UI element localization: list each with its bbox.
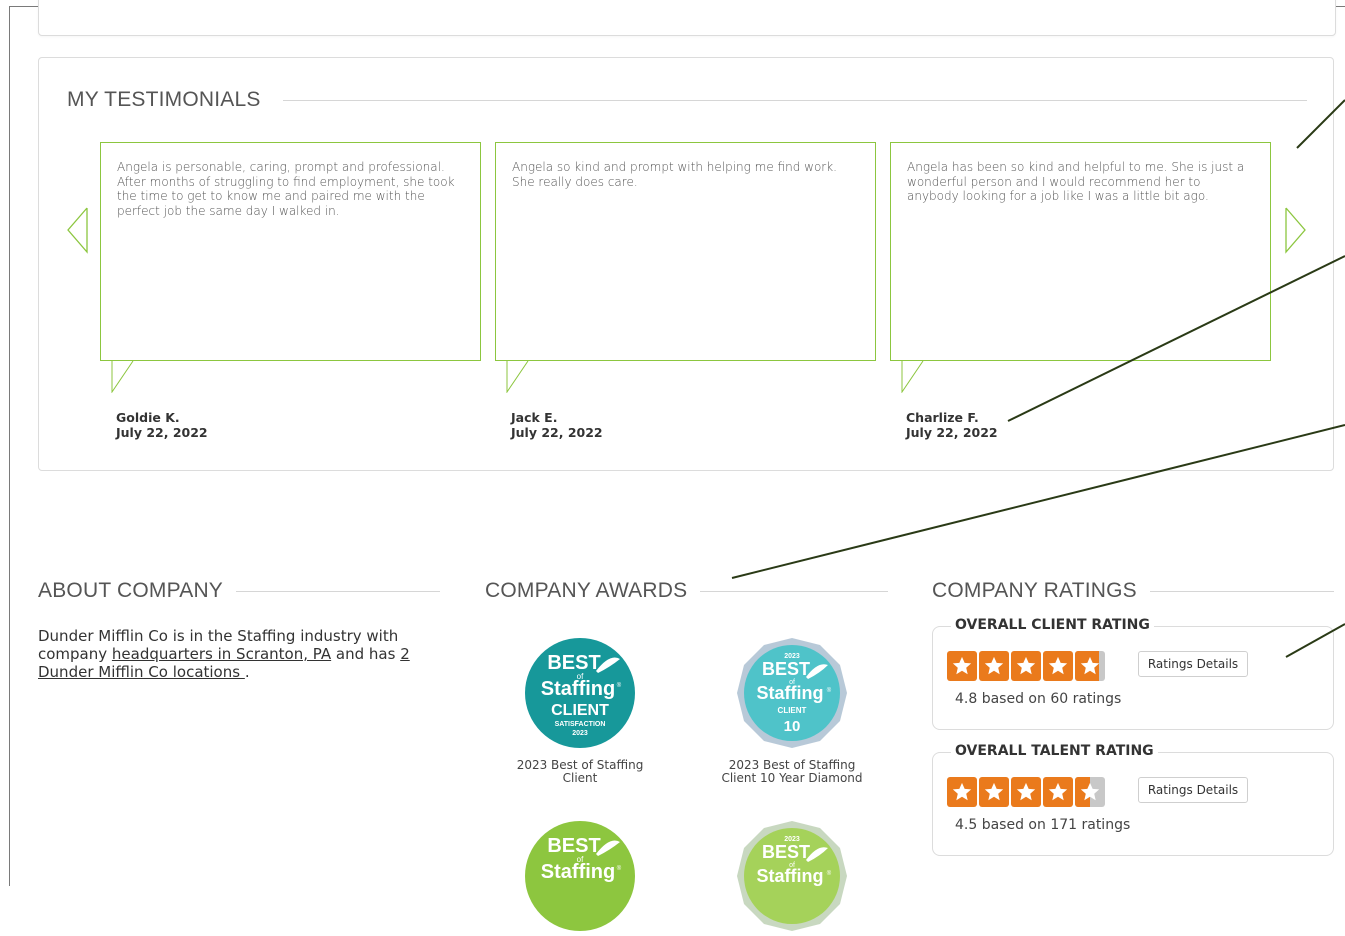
testimonials-title-rule [283,100,1307,101]
svg-text:Staffing: Staffing [757,683,824,703]
svg-text:BEST: BEST [762,842,810,862]
testimonial-author: Goldie K. [116,410,180,425]
testimonial-author-block: Goldie K. July 22, 2022 [116,410,208,440]
talent-rating-label: OVERALL TALENT RATING [951,743,1158,759]
ratings-title-rule [1150,591,1334,592]
award-item[interactable]: BEST of Staffing ® CLIENT SATISFACTION 2… [500,637,660,785]
star-icon [1011,651,1041,681]
star-icon [1011,777,1041,807]
talent-rating-stars [947,777,1105,807]
best-of-staffing-talent-diamond-badge: 2023 BEST of Staffing ® [737,821,847,931]
svg-text:2023: 2023 [572,730,588,737]
best-of-staffing-diamond-badge: 2023 BEST of Staffing ® CLIENT 10 [737,638,847,748]
star-icon [947,777,977,807]
svg-text:BEST: BEST [547,652,600,674]
award-item[interactable]: BEST of Staffing ® [500,820,660,936]
testimonial-author: Jack E. [511,410,558,425]
carousel-prev-arrow[interactable] [66,206,90,258]
testimonials-card: MY TESTIMONIALS Angela is personable, ca… [38,57,1334,471]
client-ratings-details-button[interactable]: Ratings Details [1138,651,1248,677]
company-ratings-title: COMPANY RATINGS [932,579,1137,602]
award-caption: 2023 Best of Staffing Client [516,758,644,785]
svg-text:10: 10 [784,718,801,735]
svg-text:Staffing: Staffing [541,678,615,700]
svg-text:Staffing: Staffing [541,861,615,883]
client-rating-summary: 4.8 based on 60 ratings [955,691,1122,707]
client-rating-box: OVERALL CLIENT RATING Ratings Details 4.… [932,617,1334,730]
star-icon [1075,651,1105,681]
client-rating-label: OVERALL CLIENT RATING [951,617,1154,633]
best-of-staffing-client-badge: BEST of Staffing ® CLIENT SATISFACTION 2… [525,638,635,748]
star-icon [1075,777,1105,807]
awards-title-rule [700,591,888,592]
award-item[interactable]: 2023 BEST of Staffing ® CLIENT 10 2023 B… [712,637,872,785]
talent-rating-summary: 4.5 based on 171 ratings [955,817,1131,833]
client-rating-stars [947,651,1105,681]
svg-text:Staffing: Staffing [757,866,824,886]
testimonial-text: Angela has been so kind and helpful to m… [907,160,1245,203]
about-company-title: ABOUT COMPANY [38,579,224,602]
svg-text:®: ® [617,865,622,872]
previous-section-card [38,0,1336,36]
testimonial-bubble: Angela has been so kind and helpful to m… [890,142,1271,393]
carousel-next-arrow[interactable] [1284,206,1308,258]
svg-text:BEST: BEST [762,659,810,679]
testimonial-date: July 22, 2022 [511,425,603,440]
svg-text:®: ® [827,687,832,694]
about-title-rule [236,591,440,592]
svg-text:CLIENT: CLIENT [551,702,609,719]
speech-tail [506,361,529,393]
star-icon [1043,777,1073,807]
testimonial-bubble: Angela so kind and prompt with helping m… [495,142,876,393]
talent-rating-box: OVERALL TALENT RATING Ratings Details 4.… [932,743,1334,856]
star-icon [979,651,1009,681]
award-caption: 2023 Best of Staffing Client 10 Year Dia… [721,758,863,785]
chevron-right-icon [1285,207,1306,254]
speech-tail [901,361,924,393]
speech-tail [111,361,134,393]
testimonial-text: Angela is personable, caring, prompt and… [117,160,455,218]
testimonials-title: MY TESTIMONIALS [67,88,261,111]
testimonial-date: July 22, 2022 [906,425,998,440]
svg-text:SATISFACTION: SATISFACTION [555,721,606,728]
about-company-text: Dunder Mifflin Co is in the Staffing ind… [38,627,448,681]
company-awards-title: COMPANY AWARDS [485,579,688,602]
star-icon [1043,651,1073,681]
testimonial-author-block: Jack E. July 22, 2022 [511,410,603,440]
testimonial-author: Charlize F. [906,410,979,425]
svg-text:®: ® [617,682,622,689]
award-item[interactable]: 2023 BEST of Staffing ® [712,820,872,936]
testimonial-author-block: Charlize F. July 22, 2022 [906,410,998,440]
about-text-part: and has [331,645,401,663]
best-of-staffing-talent-badge: BEST of Staffing ® [525,821,635,931]
testimonial-text: Angela so kind and prompt with helping m… [512,160,837,189]
testimonial-bubble: Angela is personable, caring, prompt and… [100,142,481,393]
star-icon [947,651,977,681]
about-text-part: . [244,663,250,681]
svg-text:CLIENT: CLIENT [778,706,807,715]
svg-text:BEST: BEST [547,835,600,857]
headquarters-link[interactable]: headquarters in Scranton, PA [112,645,331,663]
talent-ratings-details-button[interactable]: Ratings Details [1138,777,1248,803]
chevron-left-icon [67,207,88,254]
testimonial-date: July 22, 2022 [116,425,208,440]
star-icon [979,777,1009,807]
